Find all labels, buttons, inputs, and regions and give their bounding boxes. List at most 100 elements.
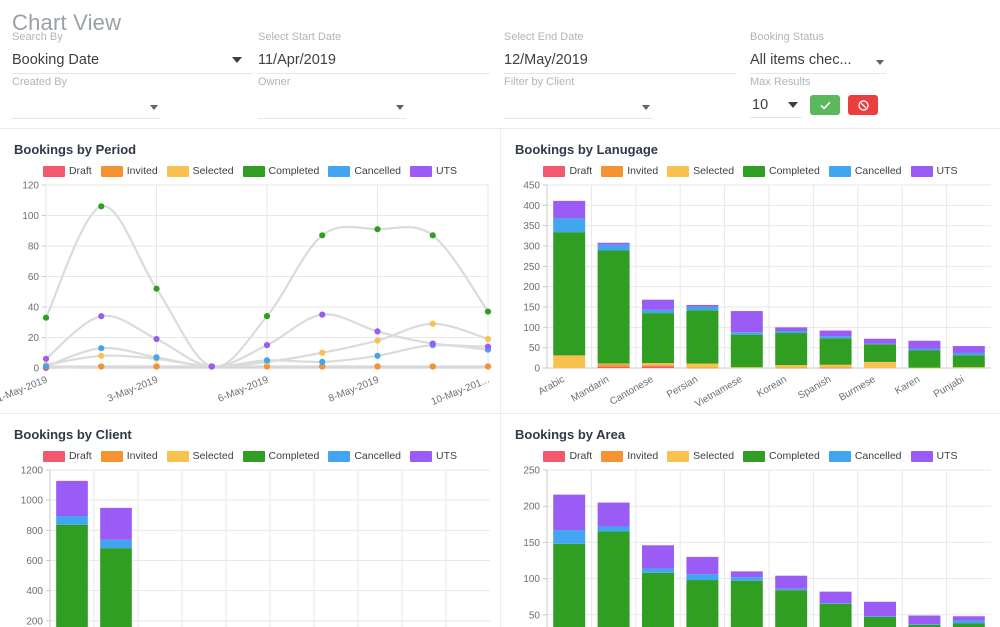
data-point-completed[interactable] xyxy=(263,313,271,320)
bar-segment-uts[interactable] xyxy=(553,494,586,531)
legend-item-uts[interactable]: UTS xyxy=(910,450,958,462)
bar-segment-uts[interactable] xyxy=(775,327,808,331)
bar-stack[interactable] xyxy=(597,502,630,627)
legend-item-invited[interactable]: Invited xyxy=(601,450,658,462)
bar-segment-uts[interactable] xyxy=(819,591,852,604)
bar-segment-cancelled[interactable] xyxy=(775,330,808,334)
bar-segment-uts[interactable] xyxy=(553,200,586,219)
data-point-uts[interactable] xyxy=(429,340,436,347)
bar-segment-uts[interactable] xyxy=(908,340,941,349)
legend-item-selected[interactable]: Selected xyxy=(166,165,234,177)
legend-item-draft[interactable]: Draft xyxy=(543,450,592,462)
bar-segment-completed[interactable] xyxy=(864,616,896,627)
data-point-completed[interactable] xyxy=(98,203,105,210)
bar-segment-uts[interactable] xyxy=(100,507,132,540)
data-point-uts[interactable] xyxy=(374,328,381,335)
bar-segment-selected[interactable] xyxy=(952,367,985,368)
bar-segment-uts[interactable] xyxy=(819,330,852,337)
bar-segment-uts[interactable] xyxy=(56,480,88,517)
data-point-cancelled[interactable] xyxy=(98,345,105,352)
bar-segment-invited[interactable] xyxy=(686,367,719,369)
bar-stack[interactable] xyxy=(642,299,674,368)
data-point-completed[interactable] xyxy=(374,226,381,233)
bar-stack[interactable] xyxy=(775,327,808,369)
legend-item-uts[interactable]: UTS xyxy=(410,450,457,462)
bar-segment-selected[interactable] xyxy=(864,361,896,368)
bar-segment-cancelled[interactable] xyxy=(952,620,985,624)
bar-segment-cancelled[interactable] xyxy=(730,577,763,581)
bar-segment-cancelled[interactable] xyxy=(908,348,941,351)
start-date-input[interactable]: 11/Apr/2019 xyxy=(258,44,490,74)
end-date-input[interactable]: 12/May/2019 xyxy=(504,44,736,74)
created-by-select[interactable] xyxy=(12,89,160,119)
data-point-completed[interactable] xyxy=(319,232,326,239)
legend-item-cancelled[interactable]: Cancelled xyxy=(328,165,401,177)
bar-segment-draft[interactable] xyxy=(597,366,630,368)
bar-segment-draft[interactable] xyxy=(642,366,674,368)
bar-segment-uts[interactable] xyxy=(686,304,719,307)
bar-segment-uts[interactable] xyxy=(864,601,896,617)
bar-stack[interactable] xyxy=(819,591,852,627)
data-point-uts[interactable] xyxy=(208,363,215,370)
bar-stack[interactable] xyxy=(908,340,941,369)
bar-segment-invited[interactable] xyxy=(597,364,630,367)
legend-item-invited[interactable]: Invited xyxy=(100,165,158,177)
bar-stack[interactable] xyxy=(952,616,985,627)
bar-segment-cancelled[interactable] xyxy=(597,526,630,532)
bar-segment-cancelled[interactable] xyxy=(864,616,896,618)
bar-segment-cancelled[interactable] xyxy=(56,516,88,525)
legend-item-uts[interactable]: UTS xyxy=(910,165,958,177)
bar-stack[interactable] xyxy=(730,571,763,627)
bar-segment-selected[interactable] xyxy=(553,355,586,368)
bar-stack[interactable] xyxy=(952,346,985,368)
bar-segment-selected[interactable] xyxy=(642,363,674,366)
bar-segment-completed[interactable] xyxy=(100,548,132,627)
legend-item-cancelled[interactable]: Cancelled xyxy=(328,450,401,462)
bar-segment-completed[interactable] xyxy=(952,623,985,627)
bar-stack[interactable] xyxy=(100,507,132,627)
bar-segment-cancelled[interactable] xyxy=(642,568,674,573)
data-point-invited[interactable] xyxy=(374,363,381,370)
legend-item-cancelled[interactable]: Cancelled xyxy=(828,450,902,462)
bar-stack[interactable] xyxy=(819,330,852,369)
data-point-uts[interactable] xyxy=(319,311,326,318)
bar-segment-completed[interactable] xyxy=(56,524,88,627)
bar-segment-cancelled[interactable] xyxy=(952,352,985,356)
bar-segment-cancelled[interactable] xyxy=(908,624,941,626)
legend-item-completed[interactable]: Completed xyxy=(242,450,319,462)
data-point-selected[interactable] xyxy=(98,352,105,359)
bar-segment-selected[interactable] xyxy=(686,363,719,368)
bar-segment-uts[interactable] xyxy=(952,346,985,353)
bar-stack[interactable] xyxy=(908,615,941,627)
bar-segment-completed[interactable] xyxy=(597,531,630,627)
bar-segment-invited[interactable] xyxy=(775,367,808,369)
legend-item-draft[interactable]: Draft xyxy=(42,450,92,462)
data-point-cancelled[interactable] xyxy=(319,358,326,365)
legend-item-completed[interactable]: Completed xyxy=(242,165,319,177)
data-point-uts[interactable] xyxy=(153,335,160,343)
data-point-selected[interactable] xyxy=(319,349,326,356)
bar-segment-cancelled[interactable] xyxy=(775,588,808,591)
bar-segment-completed[interactable] xyxy=(819,338,852,365)
bar-segment-uts[interactable] xyxy=(730,311,763,333)
bar-segment-completed[interactable] xyxy=(642,572,674,627)
bar-segment-cancelled[interactable] xyxy=(597,244,630,251)
bar-segment-selected[interactable] xyxy=(908,367,941,369)
bar-segment-cancelled[interactable] xyxy=(553,218,586,233)
bar-segment-cancelled[interactable] xyxy=(819,336,852,339)
search-by-select[interactable]: Booking Date xyxy=(12,44,252,74)
data-point-invited[interactable] xyxy=(98,363,105,370)
bar-segment-cancelled[interactable] xyxy=(819,603,852,605)
bar-stack[interactable] xyxy=(686,556,719,627)
bar-segment-uts[interactable] xyxy=(775,575,808,589)
data-point-uts[interactable] xyxy=(263,342,271,349)
bar-stack[interactable] xyxy=(864,601,896,627)
legend-item-draft[interactable]: Draft xyxy=(42,165,92,177)
bar-segment-completed[interactable] xyxy=(553,543,586,627)
legend-item-completed[interactable]: Completed xyxy=(743,165,820,177)
bar-stack[interactable] xyxy=(642,545,674,627)
bar-segment-cancelled[interactable] xyxy=(686,574,719,581)
bar-segment-uts[interactable] xyxy=(952,616,985,621)
legend-item-selected[interactable]: Selected xyxy=(667,165,734,177)
bar-segment-completed[interactable] xyxy=(775,590,808,627)
